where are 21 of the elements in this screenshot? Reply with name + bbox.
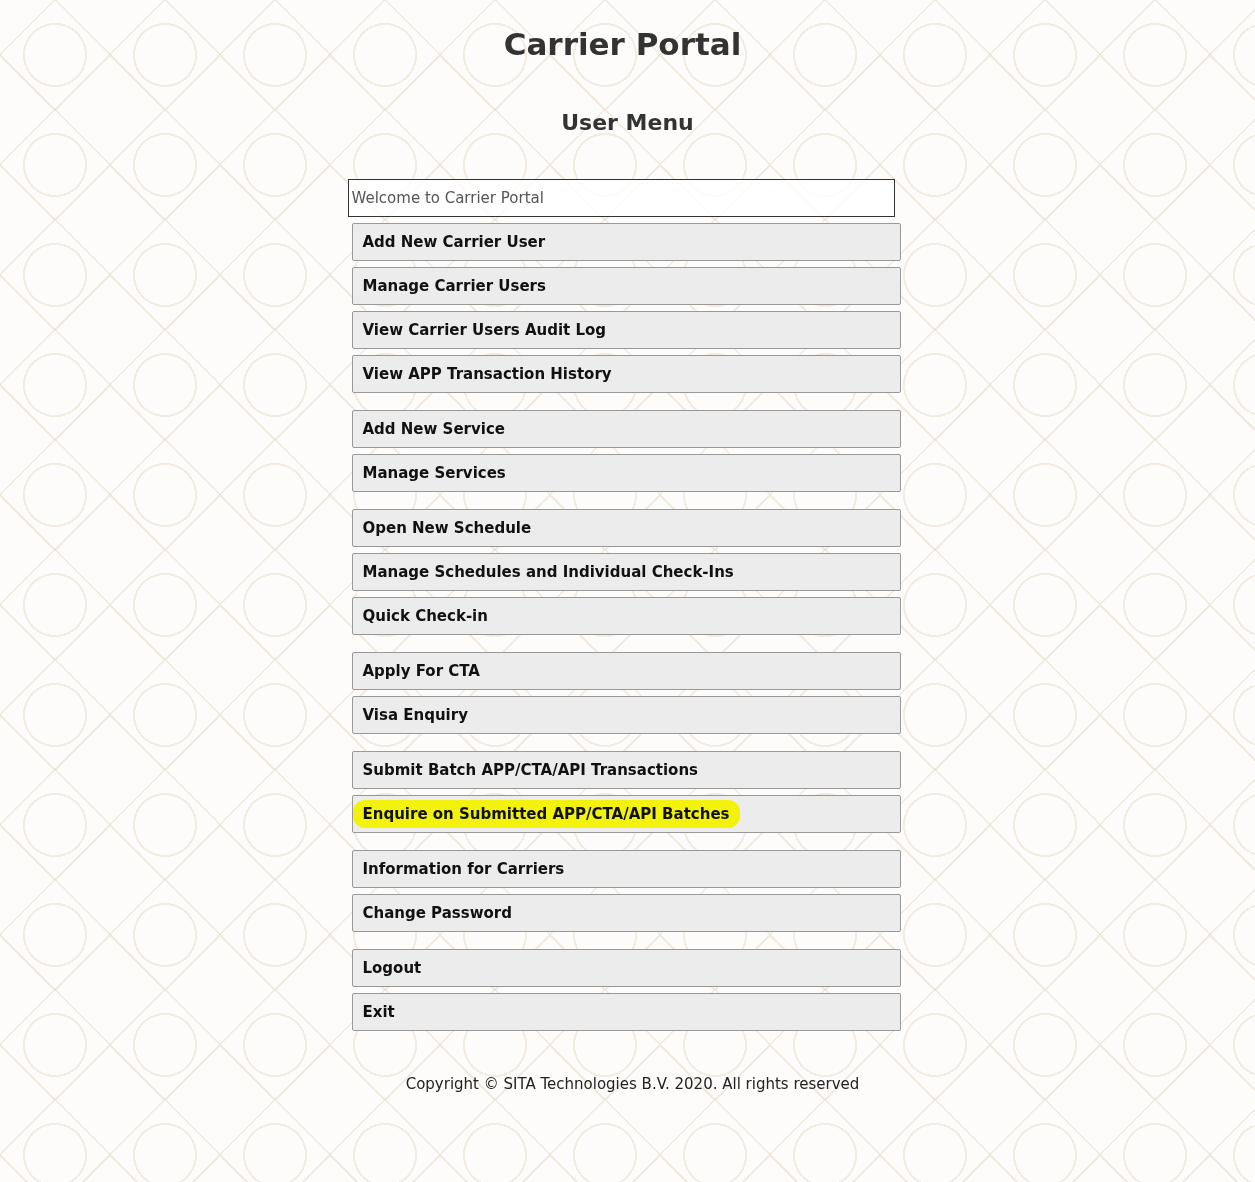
menu-button[interactable]: Apply For CTA	[351, 652, 901, 690]
menu-button[interactable]: Manage Carrier Users	[351, 267, 901, 305]
menu-button[interactable]: Visa Enquiry	[351, 696, 901, 734]
welcome-field[interactable]: Welcome to Carrier Portal	[347, 179, 895, 217]
menu-heading: User Menu	[561, 110, 694, 135]
menu-button[interactable]: Quick Check-in	[351, 597, 901, 635]
menu-button[interactable]: Manage Services	[351, 454, 901, 492]
menu-button[interactable]: View APP Transaction History	[351, 355, 901, 393]
copyright-text: Copyright © SITA Technologies B.V. 2020. All rights reserved	[405, 1075, 860, 1093]
menu-button[interactable]: Information for Carriers	[351, 850, 901, 888]
menu-button[interactable]: Open New Schedule	[351, 509, 901, 547]
page-title: Carrier Portal	[503, 26, 742, 62]
menu-button[interactable]: Enquire on Submitted APP/CTA/API Batches	[351, 795, 901, 833]
menu-button[interactable]: Add New Carrier User	[351, 223, 901, 261]
menu-button[interactable]: Add New Service	[351, 410, 901, 448]
menu-button[interactable]: Exit	[351, 993, 901, 1031]
menu-button[interactable]: Manage Schedules and Individual Check-Ins	[351, 553, 901, 591]
menu-button[interactable]: Submit Batch APP/CTA/API Transactions	[351, 751, 901, 789]
menu-button[interactable]: View Carrier Users Audit Log	[351, 311, 901, 349]
menu-button[interactable]: Change Password	[351, 894, 901, 932]
menu-button[interactable]: Logout	[351, 949, 901, 987]
